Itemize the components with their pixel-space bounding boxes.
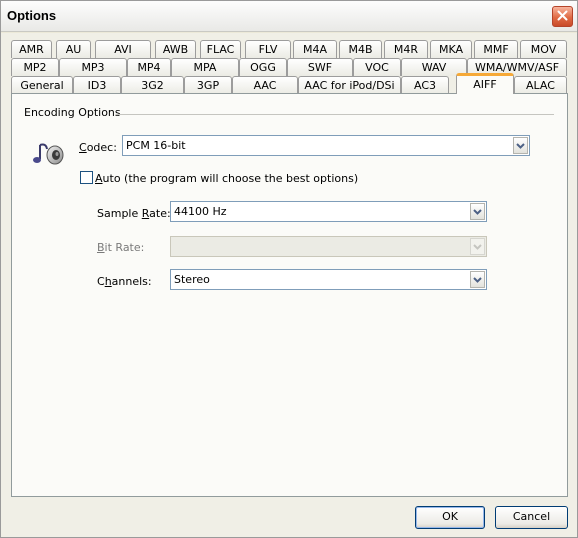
sample-rate-select[interactable]: 44100 Hz [170, 201, 487, 222]
auto-checkbox[interactable] [80, 171, 93, 184]
tab-flv[interactable]: FLV [245, 40, 291, 58]
tab-mp3[interactable]: MP3 [59, 58, 127, 76]
tab-au[interactable]: AU [56, 40, 91, 58]
cancel-button[interactable]: Cancel [495, 506, 568, 529]
tab-id3[interactable]: ID3 [73, 76, 121, 94]
tab-ac3[interactable]: AC3 [401, 76, 449, 94]
tab-aac[interactable]: AAC [232, 76, 298, 94]
options-dialog: Options AMR AU AVI AWB FLAC FLV M4A M4B … [0, 0, 578, 538]
tab-amr[interactable]: AMR [11, 40, 52, 58]
tab-mka[interactable]: MKA [430, 40, 472, 58]
tab-m4a[interactable]: M4A [293, 40, 337, 58]
chevron-down-icon[interactable] [470, 203, 485, 220]
window-title: Options [7, 8, 57, 23]
tab-general[interactable]: General [11, 76, 73, 94]
codec-value: PCM 16-bit [126, 139, 186, 152]
close-icon [557, 10, 568, 24]
bit-rate-select [170, 236, 487, 257]
tab-aac-ipod-dsi[interactable]: AAC for iPod/DSi [298, 76, 401, 94]
tab-swf[interactable]: SWF [287, 58, 353, 76]
chevron-down-icon[interactable] [513, 137, 528, 154]
tab-mov[interactable]: MOV [520, 40, 567, 58]
ok-button[interactable]: OK [415, 506, 485, 529]
close-button[interactable] [552, 6, 573, 27]
tab-mpa[interactable]: MPA [171, 58, 239, 76]
codec-select[interactable]: PCM 16-bit [122, 135, 530, 156]
codec-label: Codec: [79, 141, 117, 154]
bit-rate-label: Bit Rate: [97, 241, 145, 254]
channels-select[interactable]: Stereo [170, 269, 487, 290]
tab-m4b[interactable]: M4B [339, 40, 382, 58]
chevron-down-icon[interactable] [470, 271, 485, 288]
tab-aiff[interactable]: AIFF [456, 73, 514, 94]
group-divider [116, 114, 554, 115]
sample-rate-value: 44100 Hz [174, 205, 227, 218]
title-bar[interactable]: Options [1, 1, 577, 32]
auto-label[interactable]: Auto (the program will choose the best o… [95, 172, 358, 185]
tab-mp2[interactable]: MP2 [11, 58, 59, 76]
chevron-down-icon [470, 238, 485, 255]
tab-3gp[interactable]: 3GP [184, 76, 232, 94]
tab-avi[interactable]: AVI [95, 40, 151, 58]
tab-mp4[interactable]: MP4 [127, 58, 171, 76]
tab-awb[interactable]: AWB [155, 40, 196, 58]
music-speaker-icon [30, 133, 66, 169]
tab-alac[interactable]: ALAC [514, 76, 567, 94]
tab-voc[interactable]: VOC [353, 58, 401, 76]
tab-panel-aiff: Encoding Options Codec: PCM 16-bit Auto … [11, 93, 568, 497]
tab-m4r[interactable]: M4R [384, 40, 428, 58]
tab-flac[interactable]: FLAC [200, 40, 241, 58]
channels-label: Channels: [97, 275, 152, 288]
encoding-options-label: Encoding Options [24, 106, 121, 119]
tab-ogg[interactable]: OGG [239, 58, 287, 76]
tab-3g2[interactable]: 3G2 [121, 76, 184, 94]
tab-mmf[interactable]: MMF [474, 40, 518, 58]
channels-value: Stereo [174, 273, 210, 286]
sample-rate-label: Sample Rate: [97, 207, 171, 220]
